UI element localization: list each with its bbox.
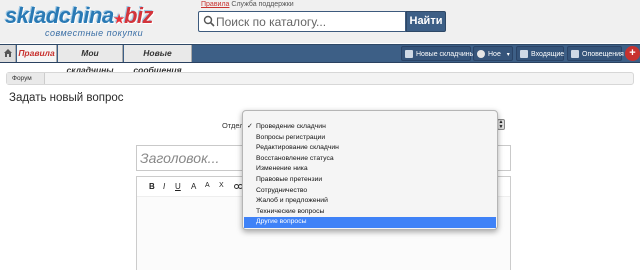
font-color-button[interactable]: A	[191, 182, 196, 191]
top-links: Правила Служба поддержки	[201, 1, 294, 8]
tab-new-messages[interactable]: Новые сообщения	[124, 45, 192, 75]
breadcrumb: Форум	[6, 72, 634, 85]
title-placeholder: Заголовок...	[140, 150, 220, 166]
option-item[interactable]: Сотрудничество	[244, 186, 496, 197]
alerts-label: Оповещения	[582, 51, 624, 58]
new-skladchiny-button[interactable]: Новые складчины	[401, 46, 475, 61]
bell-icon	[571, 50, 579, 58]
inbox-label: Входящие	[531, 51, 565, 58]
search-box	[198, 11, 406, 32]
search-button[interactable]: Найти	[406, 11, 446, 32]
site-logo[interactable]: skladchina★biz совместные покупки	[5, 3, 195, 41]
star-icon: ★	[113, 12, 125, 26]
chevron-down-icon: ▾	[506, 52, 510, 58]
option-item-highlighted[interactable]: Другие вопросы	[244, 217, 496, 228]
option-item[interactable]: Изменение ника	[244, 164, 496, 175]
home-icon	[4, 49, 12, 57]
inbox-button[interactable]: Входящие	[516, 46, 564, 61]
search-icon	[203, 15, 215, 27]
option-item[interactable]: Технические вопросы	[244, 207, 496, 218]
avatar	[477, 50, 485, 58]
search-input[interactable]	[216, 13, 402, 30]
bold-button[interactable]: B	[149, 182, 155, 191]
option-item[interactable]: Вопросы регистрации	[244, 133, 496, 144]
user-name: Ное	[488, 51, 501, 58]
new-skladchiny-icon	[405, 50, 413, 58]
checkmark-icon: ✓	[247, 123, 253, 130]
underline-button[interactable]: U	[175, 182, 181, 191]
inbox-icon	[520, 50, 528, 58]
rules-link[interactable]: Правила	[201, 1, 229, 8]
support-link[interactable]: Служба поддержки	[231, 1, 293, 8]
new-skladchiny-label: Новые складчины	[416, 51, 475, 58]
italic-button[interactable]: I	[163, 182, 165, 191]
plus-button[interactable]: +	[625, 46, 640, 61]
page-title: Задать новый вопрос	[9, 92, 124, 104]
option-item[interactable]: Правовые претензии	[244, 175, 496, 186]
main-navbar: Правила Мои складчины Новые сообщения Но…	[0, 44, 640, 75]
section-select-dropdown[interactable]: ✓ Проведение складчин Вопросы регистрации…	[242, 110, 498, 230]
tab-my-skladchiny[interactable]: Мои складчины	[58, 45, 123, 75]
option-item[interactable]: Восстановление статуса	[244, 154, 496, 165]
logo-wordmark: skladchina★biz	[5, 3, 154, 28]
logo-subtitle: совместные покупки	[45, 28, 144, 38]
option-item[interactable]: Жалоб и предложений	[244, 196, 496, 207]
option-item[interactable]: ✓ Проведение складчин	[244, 122, 496, 133]
home-button[interactable]	[0, 45, 16, 62]
tab-rules[interactable]: Правила	[17, 45, 57, 62]
breadcrumb-forum[interactable]: Форум	[7, 73, 45, 84]
font-size-button[interactable]: A	[205, 182, 210, 189]
site-header: skladchina★biz совместные покупки Правил…	[0, 0, 640, 43]
select-stepper-icon[interactable]: ▲ ▼	[497, 119, 505, 130]
user-menu-button[interactable]: Ное ▾	[473, 46, 513, 61]
alerts-button[interactable]: Оповещения	[567, 46, 624, 61]
clear-format-button[interactable]: X	[219, 182, 224, 189]
option-item[interactable]: Редактирование складчин	[244, 143, 496, 154]
